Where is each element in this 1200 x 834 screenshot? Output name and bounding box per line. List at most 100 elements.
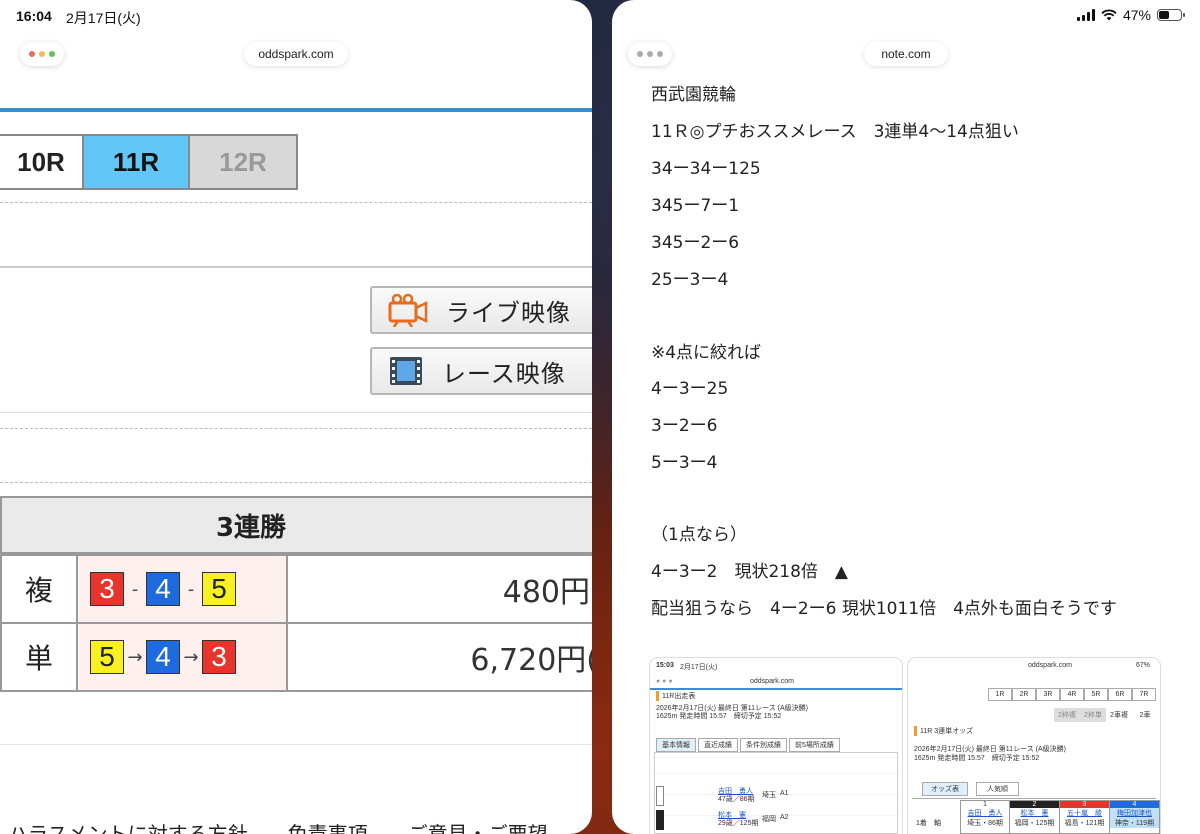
- thumb-race-tab: 3R: [1036, 688, 1060, 701]
- thumb-col-no: 3: [1060, 801, 1109, 808]
- thumb-title: 11R出走表: [656, 691, 695, 701]
- thumb-race-tab: 1R: [988, 688, 1012, 701]
- result-header: 3連勝: [0, 496, 592, 554]
- article-line: 345ー2ー6: [651, 233, 740, 253]
- separator: →: [127, 646, 143, 668]
- car-number: 4: [146, 572, 180, 606]
- thumb-time: 15:03: [656, 662, 674, 669]
- thumb-axis-suffix: 軸: [934, 820, 941, 827]
- article-line: 3ー2ー6: [651, 416, 718, 436]
- footer-links[interactable]: ハラスメントに対する方針 免責事項 ご意見・ご要望: [8, 818, 548, 834]
- window-controls[interactable]: [20, 42, 64, 66]
- divider: [0, 482, 592, 483]
- car-number: 5: [90, 640, 124, 674]
- article-line: 配当狙うなら 4ー2ー6 現状1011倍 4点外も面白そうです: [651, 599, 1117, 619]
- car-number: 5: [202, 572, 236, 606]
- thumb-dots: ● ● ●: [656, 678, 673, 685]
- thumb-col-no: 1: [961, 801, 1009, 808]
- thumb-meta: 1625m 発走時間 15:57 締切予定 15:52: [656, 713, 782, 720]
- race-tab-12r[interactable]: 12R: [190, 134, 298, 190]
- thumb-race-tab: 6R: [1108, 688, 1132, 701]
- article-line: （1点なら）: [651, 525, 747, 545]
- thumb-battery: 67%: [1136, 662, 1151, 669]
- thumb-date: 2月17日(火): [680, 664, 718, 671]
- separator: -: [187, 578, 195, 600]
- article-line: 5ー3ー4: [651, 453, 718, 473]
- thumb-bet-tab: 2枠複: [1054, 708, 1080, 722]
- thumb-rider-pref: 埼玉: [762, 792, 776, 799]
- thumb-rider-pref: 福岡: [762, 816, 776, 823]
- combination: 3 - 4 - 5: [78, 554, 288, 624]
- article-line: ※4点に絞れば: [651, 343, 762, 363]
- thumb-race-tab: 5R: [1084, 688, 1108, 701]
- combination: 5 → 4 → 3: [78, 622, 288, 692]
- thumb-col-name: 梅田加津也: [1110, 808, 1159, 818]
- result-row-tan: 単 5 → 4 → 3 6,720円(: [0, 622, 592, 692]
- thumb-rider-sub: 47歳／86期: [718, 796, 755, 803]
- thumb-rider-class: A2: [780, 814, 789, 821]
- address-bar[interactable]: note.com: [864, 42, 948, 66]
- thumb-rider-sub: 29歳／125期: [718, 820, 759, 827]
- note-window: note.com 西武園競輪 11Ｒ◎プチおススメレース 3連単4〜14点狙い …: [612, 0, 1200, 834]
- race-video-button[interactable]: レース映像: [370, 347, 592, 395]
- oddspark-window: oddspark.com 10R 11R 12R ライブ映像 レース映像 3連勝…: [0, 0, 592, 834]
- thumb-col-name: 吉田 勇人: [967, 810, 1003, 817]
- thumb-race-tab: 7R: [1132, 688, 1156, 701]
- thumb-tab: 直近成績: [698, 738, 738, 752]
- divider: [0, 744, 592, 745]
- divider: [0, 266, 592, 268]
- separator: →: [183, 646, 199, 668]
- divider: [0, 428, 592, 429]
- race-tab-11r[interactable]: 11R: [82, 134, 190, 190]
- payout: 6,720円(: [288, 622, 592, 692]
- thumb-subtab: 人気順: [976, 782, 1019, 796]
- thumb-meta: 1625m 発走時間 15:57 締切予定 15:52: [914, 755, 1040, 762]
- thumb-bet-tab: 2車複: [1110, 712, 1128, 719]
- thumb-col-info: 埼玉・86期: [967, 820, 1003, 827]
- divider: [0, 202, 592, 203]
- article-line: 11Ｒ◎プチおススメレース 3連単4〜14点狙い: [651, 122, 1019, 142]
- separator: -: [131, 578, 139, 600]
- article-line: 25ー3ー4: [651, 270, 729, 290]
- race-tabs: 10R 11R 12R: [0, 134, 298, 190]
- article-image-odds[interactable]: oddspark.com 67% 1R 2R 3R 4R 5R 6R 7R 2枠…: [908, 658, 1160, 834]
- thumb-col-no: 2: [1010, 801, 1059, 808]
- race-video-label: レース映像: [442, 359, 566, 388]
- article-image-race-card[interactable]: 15:03 2月17日(火) ● ● ● oddspark.com 11R出走表…: [650, 658, 902, 834]
- thumb-bet-tab: 2車: [1139, 712, 1151, 719]
- thumb-col-info: 福岡・125期: [1014, 820, 1055, 827]
- thumb-tab: 基本情報: [656, 738, 696, 752]
- film-icon: [390, 357, 422, 385]
- article-line: 4ー3ー25: [651, 379, 729, 399]
- thumb-title: 11R 3連単オッズ: [914, 726, 973, 736]
- thumb-axis-label: 1着: [916, 820, 927, 827]
- thumb-col-name: 松本 憲: [1020, 810, 1049, 817]
- thumb-col-no: 4: [1110, 801, 1159, 808]
- thumb-col-name: 五十嵐 綾: [1067, 810, 1102, 817]
- thumb-url: oddspark.com: [1028, 662, 1072, 669]
- live-video-label: ライブ映像: [446, 298, 571, 327]
- window-controls[interactable]: [628, 42, 672, 66]
- header-rule: [0, 108, 592, 112]
- car-number: 3: [202, 640, 236, 674]
- thumb-race-tab: 4R: [1060, 688, 1084, 701]
- live-video-button[interactable]: ライブ映像: [370, 286, 592, 334]
- thumb-race-tab: 2R: [1012, 688, 1036, 701]
- thumb-col-info: 神奈・119期: [1110, 818, 1159, 828]
- thumb-subtab: オッズ表: [922, 782, 968, 796]
- payout: 480円: [288, 554, 592, 624]
- car-number: 3: [90, 572, 124, 606]
- article-line: 345ー7ー1: [651, 196, 740, 216]
- race-tab-10r[interactable]: 10R: [0, 134, 82, 190]
- address-bar[interactable]: oddspark.com: [244, 42, 348, 66]
- bet-type: 単: [0, 622, 78, 692]
- thumb-tab: 条件別成績: [740, 738, 787, 752]
- thumb-rider-class: A1: [780, 790, 789, 797]
- thumb-bet-tab: 2枠単: [1080, 708, 1106, 722]
- result-row-fuku: 複 3 - 4 - 5 480円: [0, 554, 592, 624]
- car-number: 4: [146, 640, 180, 674]
- divider: [0, 412, 592, 413]
- article-line: 4ー3ー2 現状218倍 ▲: [651, 562, 848, 582]
- thumb-url: oddspark.com: [750, 678, 794, 685]
- thumb-col-info: 福島・121期: [1064, 820, 1105, 827]
